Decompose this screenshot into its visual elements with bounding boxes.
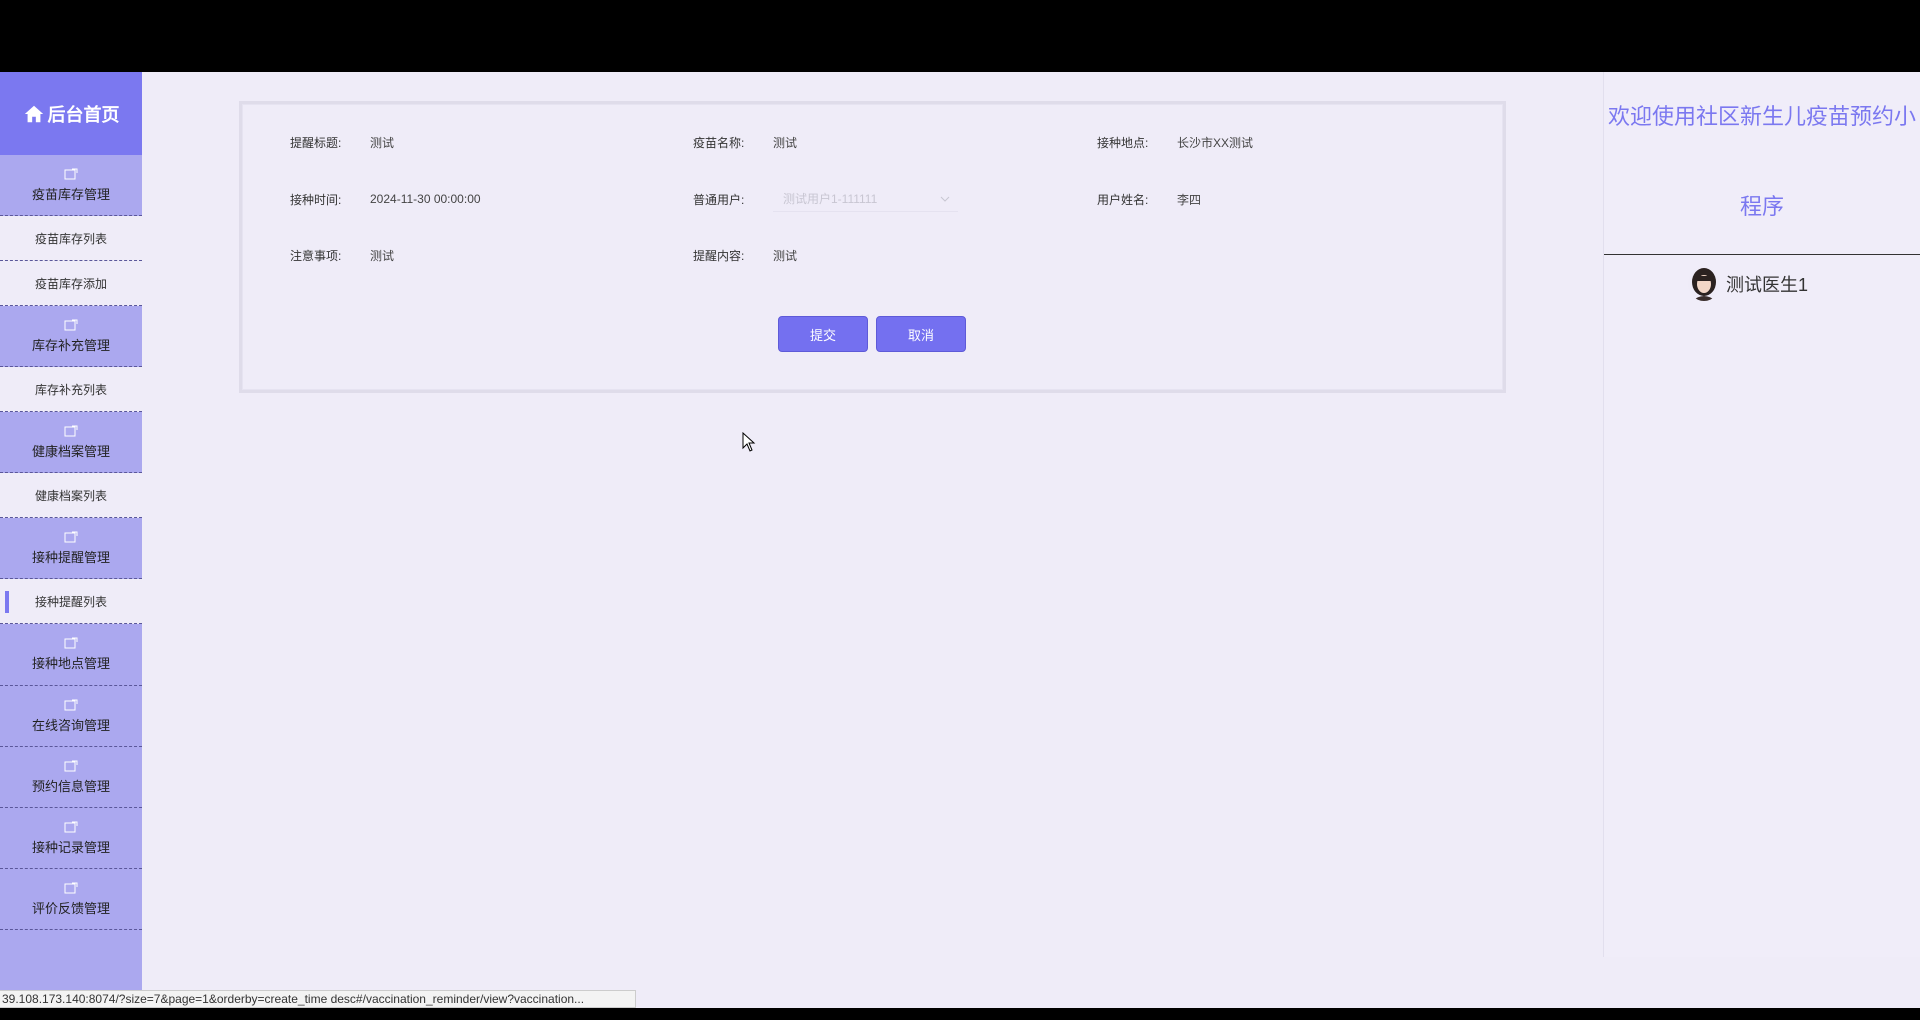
cancel-button[interactable]: 取消 <box>876 316 966 352</box>
welcome-divider <box>1604 254 1920 255</box>
edit-icon <box>64 821 78 832</box>
user-name: 测试医生1 <box>1726 275 1809 295</box>
reminder-title-label: 提醒标题: <box>290 135 342 150</box>
sidebar-item-health-records-list[interactable]: 健康档案列表 <box>0 473 142 518</box>
menu-head-vaccination-records[interactable]: 接种记录管理 <box>0 808 142 868</box>
welcome-text: 欢迎使用社区新生儿疫苗预约小 程序 <box>1604 72 1920 252</box>
menu-head-locations[interactable]: 接种地点管理 <box>0 624 142 685</box>
menu-group-vaccine-stock[interactable]: 疫苗库存管理 <box>0 155 142 216</box>
sidebar-item-vaccine-stock-add[interactable]: 疫苗库存添加 <box>0 261 142 306</box>
menu-label: 健康档案管理 <box>31 443 110 459</box>
menu-head-consultation[interactable]: 在线咨询管理 <box>0 686 142 746</box>
menu-group-appointments[interactable]: 预约信息管理 <box>0 747 142 808</box>
menu-head-health-records[interactable]: 健康档案管理 <box>0 412 142 472</box>
location-field: 接种地点: 长沙市XX测试 <box>1097 132 1253 152</box>
vaccine-name-label: 疫苗名称: <box>693 135 745 150</box>
content-label: 提醒内容: <box>693 248 745 263</box>
menu-label: 预约信息管理 <box>31 778 110 794</box>
menu-head-restock[interactable]: 库存补充管理 <box>0 306 142 366</box>
edit-icon <box>64 760 78 771</box>
reminder-title-value: 测试 <box>370 135 395 150</box>
sidebar-item-vaccine-stock-list[interactable]: 疫苗库存列表 <box>0 216 142 261</box>
welcome-line-2: 程序 <box>1739 194 1784 219</box>
sidebar-item-restock-list[interactable]: 库存补充列表 <box>0 367 142 412</box>
menu-group-restock[interactable]: 库存补充管理 <box>0 306 142 367</box>
time-field: 接种时间: 2024-11-30 00:00:00 <box>290 189 481 209</box>
notes-field: 注意事项: 测试 <box>290 245 394 265</box>
edit-icon <box>64 882 78 893</box>
reminder-detail-panel: 提醒标题: 测试 疫苗名称: 测试 接种地点: 长沙市XX测试 接种时间: 20… <box>239 101 1506 393</box>
menu-label: 库存补充管理 <box>31 337 110 353</box>
location-value: 长沙市XX测试 <box>1177 135 1254 150</box>
content-field: 提醒内容: 测试 <box>693 245 797 265</box>
home-icon <box>24 105 43 122</box>
sidebar-item-reminders-list[interactable]: 接种提醒列表 <box>0 579 142 624</box>
edit-icon <box>64 425 78 436</box>
menu-group-health-records[interactable]: 健康档案管理 <box>0 412 142 473</box>
user-label: 普通用户: <box>693 192 745 207</box>
reminder-title-field: 提醒标题: 测试 <box>290 132 394 152</box>
menu-head-feedback[interactable]: 评价反馈管理 <box>0 869 142 929</box>
user-select-field: 普通用户: 测试用户1-111111 <box>693 186 958 212</box>
sidebar: 后台首页 疫苗库存管理 疫苗库存列表 疫苗库存添加 库存补充管理 库存补充列表 … <box>0 72 142 1008</box>
avatar <box>1688 267 1720 301</box>
user-select[interactable]: 测试用户1-111111 <box>773 186 958 212</box>
edit-icon <box>64 699 78 710</box>
welcome-panel: 欢迎使用社区新生儿疫苗预约小 程序 测试医生1 <box>1603 72 1920 957</box>
current-user[interactable]: 测试医生1 <box>1688 267 1808 301</box>
app-root: 后台首页 疫苗库存管理 疫苗库存列表 疫苗库存添加 库存补充管理 库存补充列表 … <box>0 72 1920 1008</box>
content-value: 测试 <box>773 248 798 263</box>
panel-inner-border <box>242 104 1503 390</box>
welcome-line-1: 欢迎使用社区新生儿疫苗预约小 <box>1608 104 1917 129</box>
home-link[interactable]: 后台首页 <box>0 72 142 155</box>
submit-button[interactable]: 提交 <box>778 316 868 352</box>
menu-label: 接种提醒管理 <box>31 549 110 565</box>
home-label: 后台首页 <box>47 104 120 125</box>
edit-icon <box>64 637 78 649</box>
status-bar-url: 39.108.173.140:8074/?size=7&page=1&order… <box>0 990 636 1008</box>
vaccine-name-field: 疫苗名称: 测试 <box>693 132 797 152</box>
menu-head-appointments[interactable]: 预约信息管理 <box>0 747 142 807</box>
menu-head-reminders[interactable]: 接种提醒管理 <box>0 518 142 578</box>
username-label: 用户姓名: <box>1097 192 1149 207</box>
menu-label: 疫苗库存管理 <box>31 186 110 202</box>
menu-group-locations[interactable]: 接种地点管理 <box>0 624 142 686</box>
time-label: 接种时间: <box>290 192 342 207</box>
menu-label: 接种地点管理 <box>31 656 110 671</box>
location-label: 接种地点: <box>1097 135 1149 150</box>
screen-bottom-bar <box>0 1008 1920 1020</box>
menu-label: 评价反馈管理 <box>31 900 110 916</box>
mouse-cursor-icon <box>742 432 756 452</box>
notes-label: 注意事项: <box>290 248 342 263</box>
menu-group-vaccination-records[interactable]: 接种记录管理 <box>0 808 142 869</box>
menu-label: 接种记录管理 <box>31 839 110 855</box>
edit-icon <box>64 168 78 179</box>
user-select-value: 测试用户1-111111 <box>783 192 878 206</box>
chevron-down-icon <box>940 196 950 202</box>
edit-icon <box>64 319 78 330</box>
time-value: 2024-11-30 00:00:00 <box>370 192 481 206</box>
edit-icon <box>64 531 78 542</box>
notes-value: 测试 <box>370 248 395 263</box>
menu-head-vaccine-stock[interactable]: 疫苗库存管理 <box>0 155 142 215</box>
vaccine-name-value: 测试 <box>773 135 798 150</box>
menu-group-consultation[interactable]: 在线咨询管理 <box>0 686 142 747</box>
menu-group-feedback[interactable]: 评价反馈管理 <box>0 869 142 930</box>
menu-label: 在线咨询管理 <box>31 717 110 733</box>
menu-group-reminders[interactable]: 接种提醒管理 <box>0 518 142 579</box>
username-value: 李四 <box>1177 192 1202 207</box>
screen-top-bar <box>0 0 1920 72</box>
username-field: 用户姓名: 李四 <box>1097 189 1201 209</box>
